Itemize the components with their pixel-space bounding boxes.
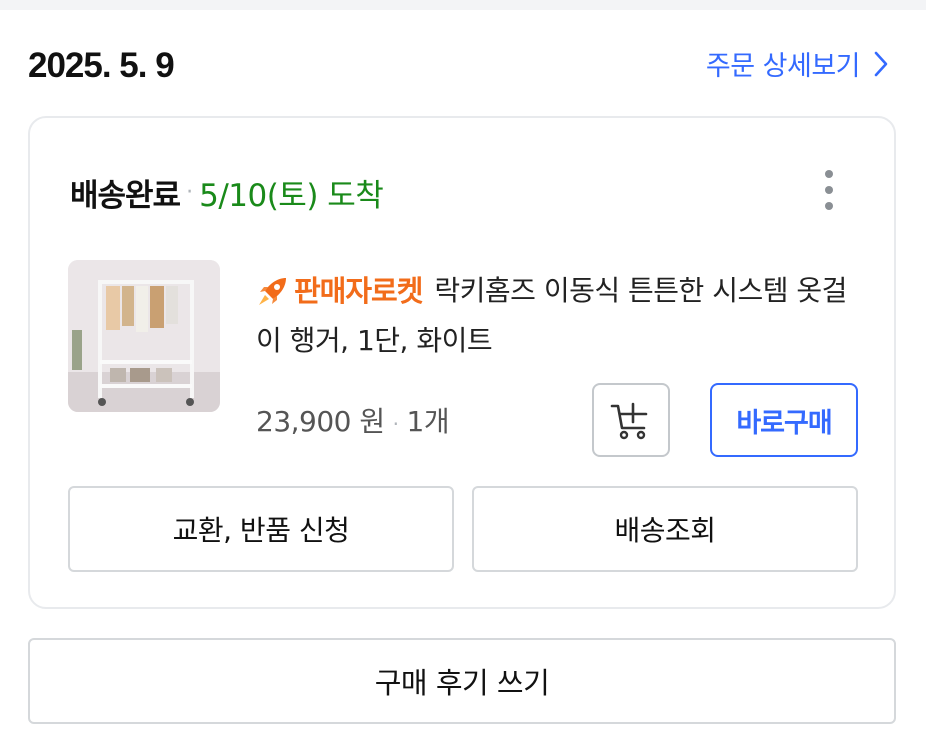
product-image[interactable] (68, 260, 220, 412)
product-title[interactable]: 판매자로켓 락키홈즈 이동식 튼튼한 시스템 옷걸이 행거, 1단, 화이트 (256, 266, 856, 366)
delivery-status: 배송완료 (70, 178, 181, 214)
order-detail-label: 주문 상세보기 (705, 51, 861, 82)
more-options-icon[interactable] (822, 170, 836, 210)
separator-dot: · (186, 180, 194, 205)
add-to-cart-button[interactable] (592, 383, 670, 457)
product-info: 판매자로켓 락키홈즈 이동식 튼튼한 시스템 옷걸이 행거, 1단, 화이트 (256, 266, 856, 366)
buy-now-button[interactable]: 바로구매 (710, 383, 858, 457)
separator-dot: · (392, 412, 399, 436)
clothes-rack-product-image (68, 260, 220, 412)
top-divider-strip (0, 0, 926, 10)
rocket-icon (259, 278, 286, 305)
product-quantity: 1개 (406, 405, 450, 438)
chevron-right-icon (874, 51, 888, 76)
exchange-return-button[interactable]: 교환, 반품 신청 (68, 486, 454, 572)
order-actions: 교환, 반품 신청 배송조회 (68, 486, 858, 572)
seller-rocket-badge: 판매자로켓 (256, 266, 423, 316)
write-review-button[interactable]: 구매 후기 쓰기 (28, 638, 896, 724)
seller-rocket-label: 판매자로켓 (294, 274, 423, 308)
order-detail-link[interactable]: 주문 상세보기 (706, 44, 888, 83)
order-header: 2025. 5. 9 주문 상세보기 (28, 40, 888, 90)
order-date: 2025. 5. 9 (28, 46, 175, 85)
order-card: 배송완료 · 5/10(토) 도착 판매자로켓 락키홈즈 이동식 튼튼한 시스템… (28, 116, 896, 609)
price-quantity-line: 23,900 원 · 1개 (256, 400, 450, 440)
add-to-cart-icon (610, 402, 648, 440)
product-price: 23,900 원 (256, 405, 385, 438)
track-delivery-button[interactable]: 배송조회 (472, 486, 858, 572)
arrival-date: 5/10(토) 도착 (199, 178, 384, 214)
delivery-status-line: 배송완료 · 5/10(토) 도착 (70, 170, 384, 215)
